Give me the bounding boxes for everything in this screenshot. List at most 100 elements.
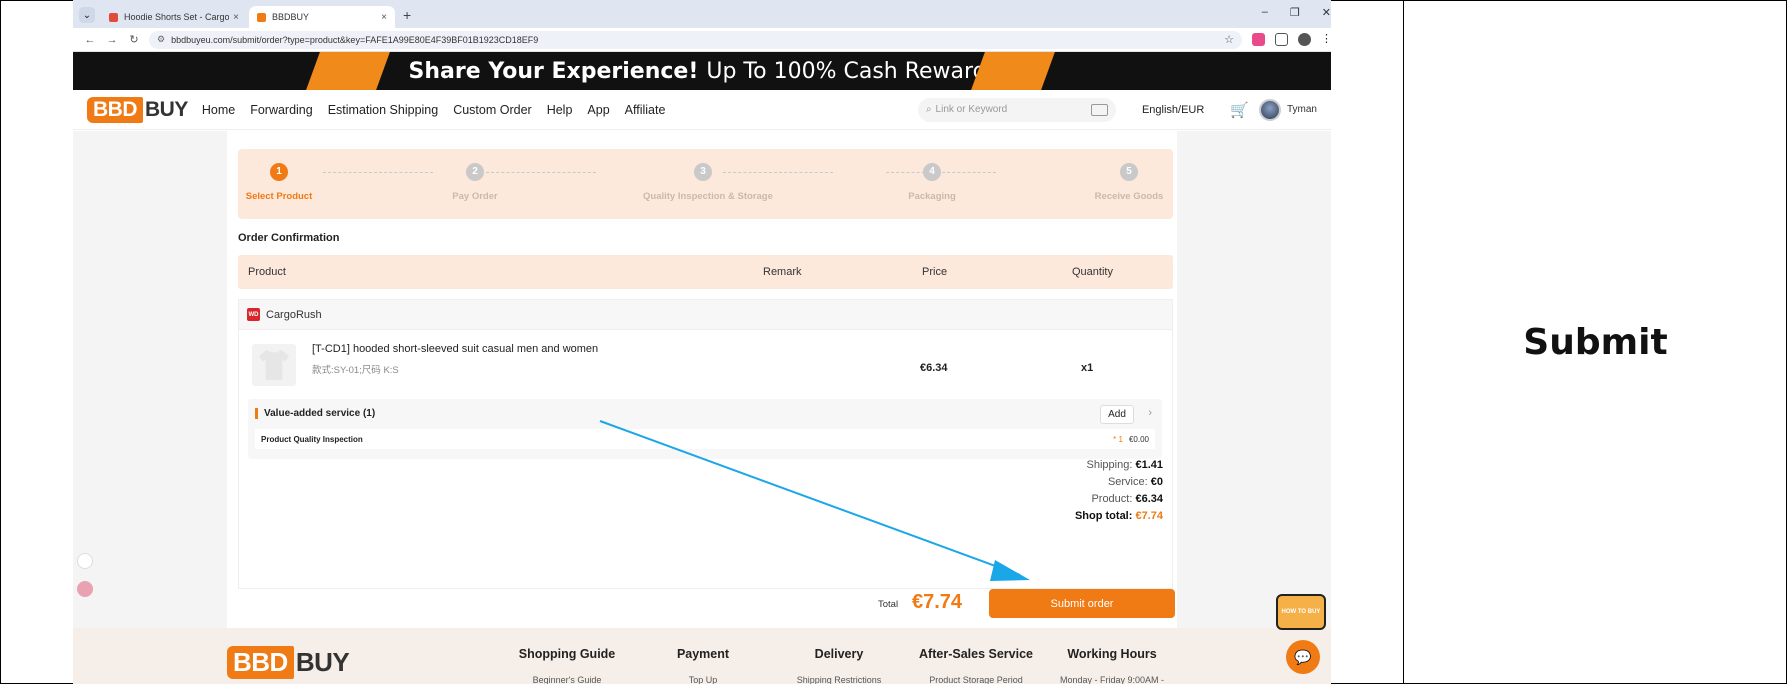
summary-shipping: Shipping: €1.41 [963, 459, 1163, 471]
search-placeholder: Link or Keyword [935, 104, 1008, 115]
step-number: 3 [694, 163, 712, 181]
extension-icon[interactable] [1252, 33, 1265, 46]
page-body: 1 Select Product 2 Pay Order 3 Quality I… [73, 131, 1331, 628]
close-tab-icon[interactable]: × [233, 12, 239, 23]
summary-label: Shipping: [1086, 459, 1133, 471]
logo-left: BBD [87, 96, 143, 123]
product-price: €6.34 [920, 362, 948, 374]
tab-label: Hoodie Shorts Set - CargoRu [124, 12, 230, 22]
summary-value: €1.41 [1135, 459, 1163, 471]
browser-window: ⌄ Hoodie Shorts Set - CargoRu × BBDBUY ×… [73, 0, 1331, 684]
nav-custom-order[interactable]: Custom Order [453, 103, 532, 117]
logo-right: BUY [145, 97, 188, 121]
avatar[interactable] [1258, 98, 1281, 121]
site-logo[interactable]: BBD BUY [87, 96, 188, 123]
translate-icon[interactable] [77, 581, 93, 597]
step-pay-order: 2 Pay Order [415, 163, 535, 202]
footer-link[interactable]: Shipping Restrictions [797, 675, 882, 684]
close-window-button[interactable]: ✕ [1322, 6, 1331, 19]
footer-shopping-guide: Shopping Guide [518, 647, 616, 661]
close-tab-icon[interactable]: × [381, 12, 387, 23]
summary-label: Service: [1107, 476, 1148, 488]
col-product: Product [248, 266, 286, 278]
reload-icon[interactable]: ↻ [123, 33, 145, 46]
value-added-service: Value-added service (1) Add › Product Qu… [248, 399, 1162, 459]
submit-order-button[interactable]: Submit order [989, 589, 1175, 618]
footer-delivery: Delivery [814, 647, 864, 661]
tab-bar: ⌄ Hoodie Shorts Set - CargoRu × BBDBUY ×… [73, 0, 1331, 28]
footer-link[interactable]: Product Storage Period [929, 675, 1023, 684]
product-name[interactable]: [T-CD1] hooded short-sleeved suit casual… [312, 343, 598, 355]
progress-steps: 1 Select Product 2 Pay Order 3 Quality I… [238, 149, 1173, 219]
nav-help[interactable]: Help [547, 103, 573, 117]
favicon-icon [109, 12, 118, 22]
tshirt-icon [259, 350, 289, 380]
cart-icon[interactable]: 🛒 [1230, 101, 1249, 119]
site-header: BBD BUY Home Forwarding Estimation Shipp… [73, 90, 1331, 130]
new-tab-button[interactable]: + [403, 7, 411, 23]
tab-hoodie[interactable]: Hoodie Shorts Set - CargoRu × [101, 6, 247, 28]
footer-hours-text: Monday - Friday 9:00AM - [1059, 675, 1165, 684]
bookmark-star-icon[interactable]: ☆ [1224, 33, 1234, 46]
footer-working-hours: Working Hours [1067, 647, 1157, 661]
extensions: ⋮ [1252, 33, 1331, 46]
step-label: Packaging [908, 191, 956, 202]
search-input[interactable]: ⌕ Link or Keyword [917, 97, 1116, 122]
step-receive-goods: 5 Receive Goods [1069, 163, 1189, 202]
summary-product: Product: €6.34 [963, 493, 1163, 505]
banner-bag-decoration [306, 52, 390, 90]
footer-link[interactable]: Beginner's Guide [533, 675, 602, 684]
side-caption-panel: Submit [1404, 0, 1787, 684]
footer-logo[interactable]: BBD BUY [227, 646, 350, 679]
address-bar: ← → ↻ ⚙ bbdbuyeu.com/submit/order?type=p… [73, 28, 1331, 52]
site-info-icon[interactable]: ⚙ [157, 34, 165, 45]
product-spec: 款式:SY-01;尺码 K:S [312, 365, 399, 376]
tab-search-icon[interactable]: ⌄ [79, 7, 95, 23]
chevron-right-icon[interactable]: › [1148, 407, 1152, 419]
image-search-icon[interactable] [1090, 103, 1108, 116]
promo-banner[interactable]: Share Your Experience! Up To 100% Cash R… [73, 52, 1331, 90]
col-remark: Remark [763, 266, 802, 278]
language-selector[interactable]: English/EUR [1142, 104, 1204, 116]
profile-icon[interactable] [1298, 33, 1311, 46]
step-packaging: 4 Packaging [872, 163, 992, 202]
scan-icon[interactable] [77, 553, 93, 569]
step-label: Quality Inspection & Storage [643, 191, 773, 202]
forward-icon[interactable]: → [101, 34, 123, 46]
summary-label: Product: [1091, 493, 1133, 505]
vas-item-price: €0.00 [1128, 434, 1149, 444]
chat-icon[interactable]: 💬 [1286, 640, 1320, 674]
nav-affiliate[interactable]: Affiliate [625, 103, 666, 117]
puzzle-icon[interactable] [1275, 33, 1288, 46]
minimize-button[interactable]: – [1262, 6, 1268, 19]
site-footer: BBD BUY Shopping Guide Beginner's Guide … [73, 628, 1331, 684]
more-menu-icon[interactable]: ⋮ [1321, 33, 1331, 46]
nav-estimation-shipping[interactable]: Estimation Shipping [328, 103, 438, 117]
tab-bbdbuy[interactable]: BBDBUY × [249, 6, 395, 28]
how-to-buy-widget[interactable]: HOW TO BUY [1276, 594, 1326, 630]
shop-name[interactable]: CargoRush [266, 309, 322, 321]
username[interactable]: Tyman [1287, 104, 1317, 115]
restore-button[interactable]: ❐ [1290, 6, 1300, 19]
product-image[interactable] [252, 344, 296, 386]
vas-add-button[interactable]: Add [1100, 405, 1134, 424]
window-controls: – ❐ ✕ [1262, 6, 1331, 19]
nav-home[interactable]: Home [202, 103, 235, 117]
back-icon[interactable]: ← [79, 34, 101, 46]
vas-item-name: Product Quality Inspection [261, 434, 363, 444]
footer-link[interactable]: Top Up [689, 675, 718, 684]
summary-value: €7.74 [1135, 510, 1163, 522]
banner-headline: Share Your Experience! [408, 58, 699, 84]
shop-group: WD CargoRush [T-CD1] hooded short-sleeve… [238, 299, 1173, 589]
url-input[interactable]: ⚙ bbdbuyeu.com/submit/order?type=product… [149, 30, 1242, 49]
summary-label: Shop total: [1074, 510, 1133, 522]
footer-after-sales: After-Sales Service [919, 647, 1033, 661]
nav-app[interactable]: App [587, 103, 609, 117]
summary-value: €0 [1150, 476, 1163, 488]
banner-subline: Up To 100% Cash Reward! [706, 58, 996, 84]
product-quantity: x1 [1081, 362, 1094, 374]
nav-forwarding[interactable]: Forwarding [250, 103, 313, 117]
logo-right: BUY [295, 647, 350, 677]
side-caption: Submit [1523, 321, 1668, 363]
table-header: Product Remark Price Quantity [238, 255, 1173, 289]
